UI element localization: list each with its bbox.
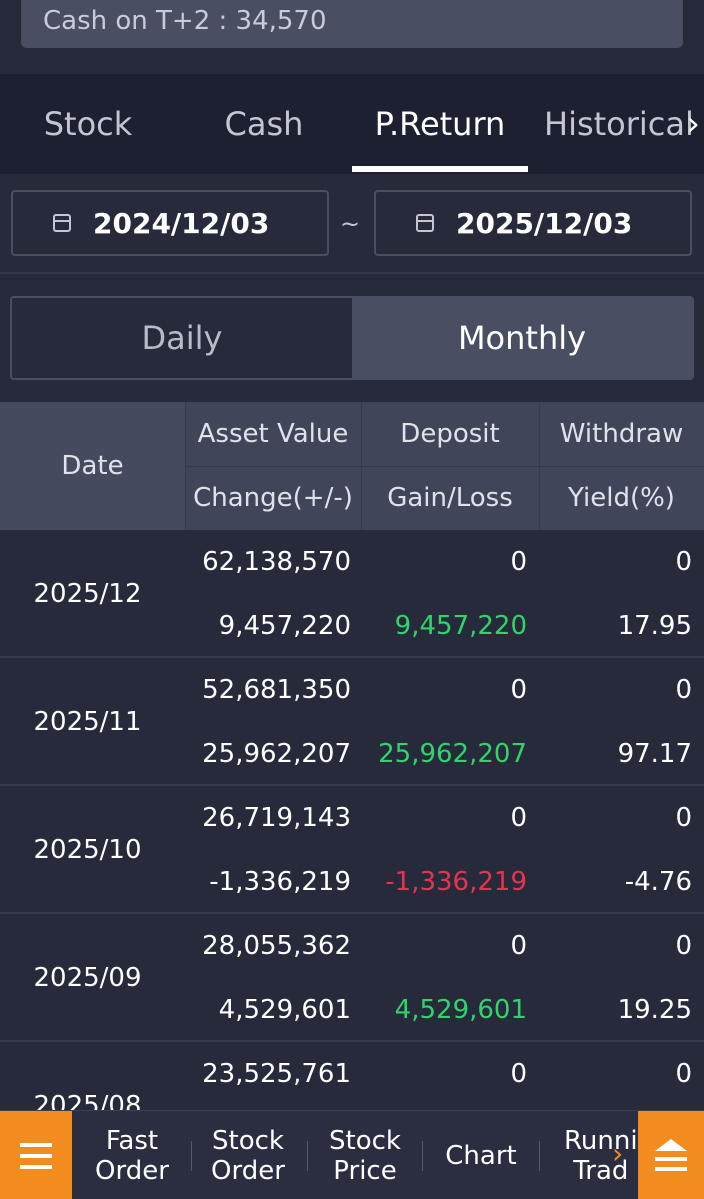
nav-label: Order	[211, 1155, 285, 1186]
hamburger-icon	[20, 1153, 52, 1158]
table-row[interactable]: 2025/10 26,719,143 0 0 -1,336,219 -1,336…	[0, 786, 704, 914]
chevron-up-icon[interactable]: ⌃	[650, 0, 667, 14]
withdraw: 0	[675, 803, 692, 833]
nav-label: Stock	[329, 1125, 401, 1156]
header-gain-loss: Gain/Loss	[387, 483, 513, 513]
nav-label: Order	[95, 1155, 169, 1186]
withdraw: 0	[675, 1059, 692, 1089]
calendar-icon	[53, 214, 71, 232]
header-divider	[185, 466, 704, 467]
gain-loss: 4,529,601	[394, 995, 527, 1025]
date-separator: ~	[340, 210, 361, 238]
row-date: 2025/08	[33, 1091, 142, 1110]
daily-button[interactable]: Daily	[12, 298, 352, 378]
deposit: 0	[510, 675, 527, 705]
nav-chart[interactable]: Chart	[431, 1111, 531, 1199]
table-row[interactable]: 2025/11 52,681,350 0 0 25,962,207 25,962…	[0, 658, 704, 786]
asset-value: 23,525,761	[202, 1059, 351, 1089]
nav-running-trade[interactable]: Runni Trad	[552, 1111, 638, 1199]
start-date-value: 2024/12/03	[93, 206, 270, 240]
gain-loss: 25,962,207	[378, 739, 527, 769]
change: -1,336,219	[209, 867, 351, 897]
table-row[interactable]: 2025/09 28,055,362 0 0 4,529,601 4,529,6…	[0, 914, 704, 1042]
asset-value: 52,681,350	[202, 675, 351, 705]
nav-stock-order[interactable]: Stock Order	[198, 1111, 298, 1199]
scroll-top-button[interactable]	[638, 1111, 704, 1199]
active-tab-indicator	[352, 166, 528, 172]
bottom-navigation: Fast Order Stock Order Stock Price Chart Ru…	[0, 1110, 704, 1199]
asset-value: 28,055,362	[202, 931, 351, 961]
change: 4,529,601	[218, 995, 351, 1025]
chevron-right-icon[interactable]: ›	[686, 104, 700, 144]
asset-value: 26,719,143	[202, 803, 351, 833]
nav-label: Chart	[445, 1140, 517, 1171]
cash-on-t2-label: Cash on T+2 : 34,570	[43, 6, 327, 36]
arrow-up-icon	[655, 1167, 687, 1171]
start-date-field[interactable]: 2024/12/03	[11, 190, 329, 256]
withdraw: 0	[675, 547, 692, 577]
asset-value: 62,138,570	[202, 547, 351, 577]
table-row[interactable]: 2025/12 62,138,570 0 0 9,457,220 9,457,2…	[0, 530, 704, 658]
table-header: Date Asset Value Deposit Withdraw Change…	[0, 402, 704, 530]
nav-label: Runni	[564, 1125, 638, 1156]
nav-stock-price[interactable]: Stock Price	[315, 1111, 415, 1199]
deposit: 0	[510, 931, 527, 961]
menu-button[interactable]	[0, 1111, 72, 1199]
hamburger-icon	[20, 1142, 52, 1147]
withdraw: 0	[675, 675, 692, 705]
tab-p-return[interactable]: P.Return	[352, 74, 528, 174]
end-date-field[interactable]: 2025/12/03	[374, 190, 692, 256]
nav-divider	[191, 1141, 192, 1171]
tab-bar: Stock Cash P.Return Historical ›	[0, 74, 704, 242]
header-asset-value: Asset Value	[197, 419, 349, 449]
gain-loss: 9,457,220	[394, 611, 527, 641]
header-yield: Yield(%)	[568, 483, 675, 513]
nav-label: Price	[333, 1155, 397, 1186]
yield: 97.17	[617, 739, 692, 769]
header-change: Change(+/-)	[193, 483, 353, 513]
change: 9,457,220	[218, 611, 351, 641]
row-date: 2025/09	[33, 963, 142, 993]
nav-label: Fast	[105, 1125, 159, 1156]
chevron-right-icon[interactable]: ›	[612, 1137, 623, 1170]
yield: -4.76	[624, 867, 692, 897]
date-range-row: 2024/12/03 ~ 2025/12/03	[0, 174, 704, 274]
withdraw: 0	[675, 931, 692, 961]
account-summary-area: Cash on T+2 : 34,570 ⌃	[0, 0, 704, 74]
arrow-up-icon	[655, 1157, 687, 1161]
header-deposit: Deposit	[400, 419, 500, 449]
yield: 17.95	[617, 611, 692, 641]
tab-cash[interactable]: Cash	[176, 74, 352, 174]
change: 25,962,207	[202, 739, 351, 769]
nav-divider	[422, 1141, 423, 1171]
header-withdraw: Withdraw	[559, 419, 684, 449]
nav-divider	[539, 1141, 540, 1171]
tab-historical[interactable]: Historical	[528, 74, 704, 174]
table-row[interactable]: 2025/08 23,525,761 0 0	[0, 1042, 704, 1110]
row-date: 2025/12	[33, 579, 142, 609]
end-date-value: 2025/12/03	[456, 206, 633, 240]
header-date: Date	[0, 402, 185, 530]
deposit: 0	[510, 1059, 527, 1089]
hamburger-icon	[20, 1164, 52, 1169]
nav-label: Trad	[573, 1155, 629, 1186]
period-toggle: Daily Monthly	[10, 296, 694, 380]
cash-info-box[interactable]: Cash on T+2 : 34,570 ⌃	[21, 0, 683, 48]
row-date: 2025/11	[33, 707, 142, 737]
deposit: 0	[510, 547, 527, 577]
gain-loss: -1,336,219	[385, 867, 527, 897]
calendar-icon	[416, 214, 434, 232]
deposit: 0	[510, 803, 527, 833]
row-date: 2025/10	[33, 835, 142, 865]
monthly-button[interactable]: Monthly	[352, 298, 692, 378]
arrow-up-icon	[655, 1139, 687, 1151]
yield: 19.25	[617, 995, 692, 1025]
nav-fast-order[interactable]: Fast Order	[82, 1111, 182, 1199]
tab-stock[interactable]: Stock	[0, 74, 176, 174]
nav-label: Stock	[212, 1125, 284, 1156]
nav-divider	[307, 1141, 308, 1171]
